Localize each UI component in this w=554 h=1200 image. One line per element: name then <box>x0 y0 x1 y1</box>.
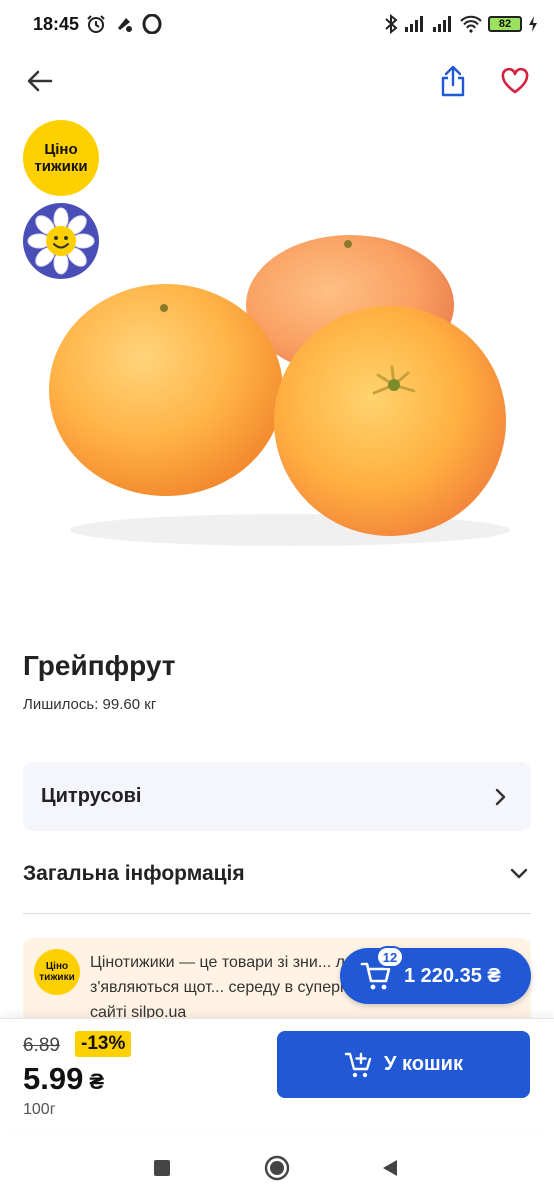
signal-icon <box>433 16 451 32</box>
category-link[interactable]: Цитрусові <box>23 762 531 831</box>
discount-badge: -13% <box>75 1031 132 1057</box>
top-bar <box>0 55 554 107</box>
back-button[interactable] <box>22 63 58 99</box>
battery-icon: 82 <box>488 16 522 32</box>
price-bar: 6.89 -13% 5.99 ₴ 100г У кошик <box>0 1018 554 1133</box>
general-info-label: Загальна інформація <box>23 862 245 885</box>
alarm-icon <box>87 15 105 33</box>
share-button[interactable] <box>434 61 472 101</box>
status-time: 18:45 <box>33 14 80 34</box>
status-left-icons <box>86 14 162 34</box>
status-bar: 18:45 82 <box>0 0 554 50</box>
category-label: Цитрусові <box>41 785 142 807</box>
promo-badge-line2: тижики <box>34 158 88 175</box>
bluetooth-icon <box>385 14 398 34</box>
product-image[interactable] <box>40 225 520 555</box>
favorite-button[interactable] <box>496 62 534 100</box>
arrow-left-icon <box>27 70 53 92</box>
add-to-cart-button[interactable]: У кошик <box>277 1031 530 1098</box>
stock-remaining: Лишилось: 99.60 кг <box>23 696 157 713</box>
status-right-icons: 82 <box>384 14 538 34</box>
triangle-back-icon <box>383 1160 397 1176</box>
price-unit: 100г <box>23 1101 56 1118</box>
current-price: 5.99 ₴ <box>23 1061 104 1097</box>
divider <box>23 913 531 914</box>
notification-icon <box>118 18 132 32</box>
promo-mini-badge-line2: тижики <box>39 972 75 983</box>
cart-button[interactable]: 12 1 220.35 ₴ <box>340 946 531 1004</box>
circle-icon <box>264 1155 290 1181</box>
promo-mini-badge-line1: Ціно <box>45 961 69 972</box>
signal-icon <box>405 16 423 32</box>
cart-add-icon <box>344 1052 372 1077</box>
old-price: 6.89 <box>23 1035 60 1056</box>
cart-count-badge: 12 <box>376 946 404 968</box>
price-value: 5.99 <box>23 1061 84 1096</box>
heart-icon <box>501 68 529 94</box>
wifi-icon <box>460 15 482 33</box>
product-title: Грейпфрут <box>23 650 176 681</box>
promo-badge: Ціно тижики <box>23 120 99 196</box>
promo-mini-badge: Ціно тижики <box>34 949 80 995</box>
recent-apps-button[interactable] <box>148 1154 176 1182</box>
add-to-cart-label: У кошик <box>384 1053 463 1075</box>
system-nav-bar <box>0 1134 554 1200</box>
chevron-right-icon <box>489 785 513 809</box>
promo-badge-line1: Ціно <box>44 141 78 158</box>
price-currency: ₴ <box>89 1069 105 1094</box>
charging-icon <box>529 16 537 32</box>
opera-icon <box>142 14 162 34</box>
general-info-toggle[interactable]: Загальна інформація <box>23 850 531 898</box>
square-icon <box>154 1160 170 1176</box>
cart-total: 1 220.35 ₴ <box>404 964 501 987</box>
chevron-down-icon <box>507 862 531 886</box>
home-button[interactable] <box>263 1154 291 1182</box>
share-icon <box>441 65 465 97</box>
back-nav-button[interactable] <box>376 1154 404 1182</box>
